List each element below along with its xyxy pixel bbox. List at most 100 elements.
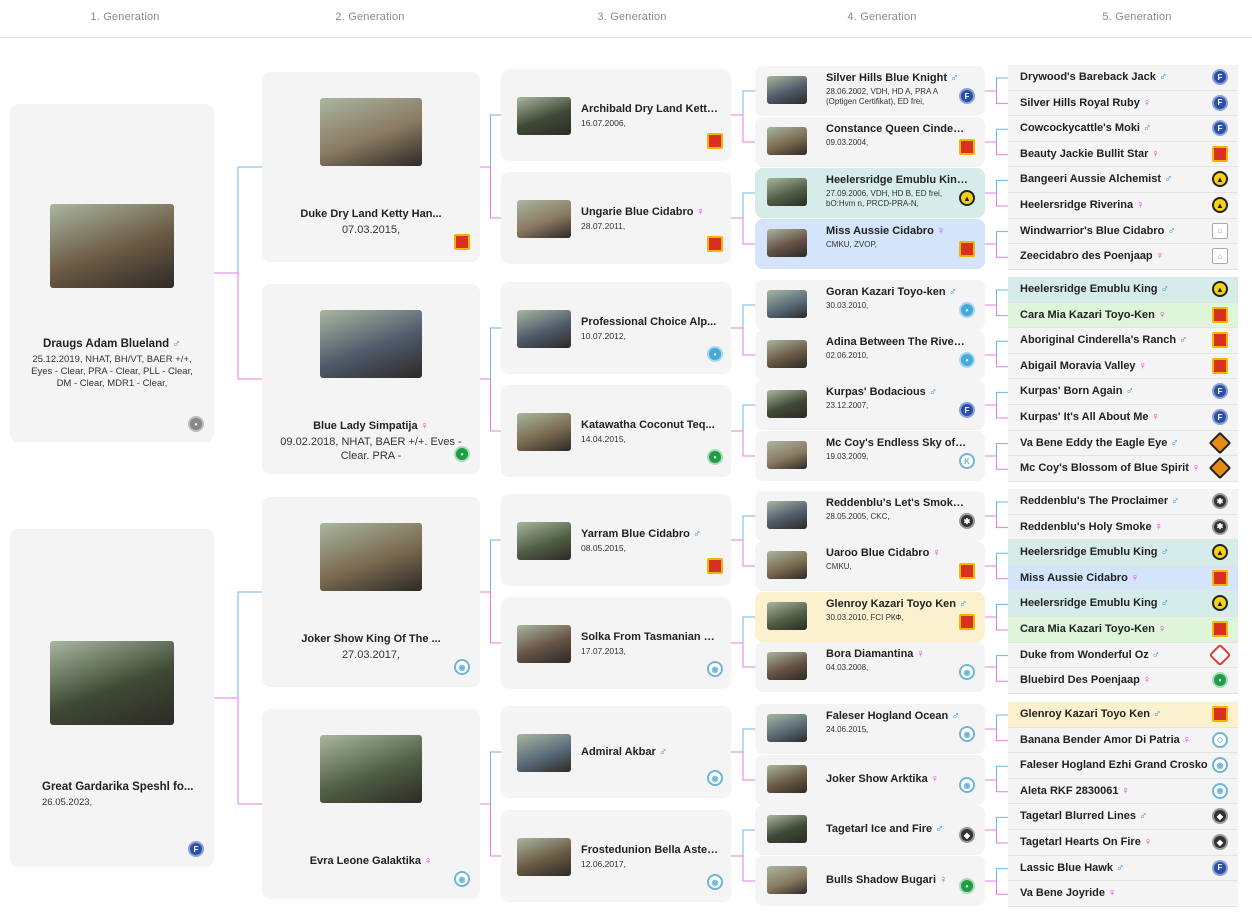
teal-club-icon[interactable]: ◇ [1212, 731, 1228, 748]
dog-photo[interactable] [320, 98, 422, 166]
dog-name-text[interactable]: Bora Diamantina [826, 648, 913, 660]
dog-name[interactable]: Tagetarl Blurred Lines ♂ [1020, 810, 1147, 822]
gen3-card[interactable]: Solka From Tasmanian S... 17.07.2013, ◉ [501, 597, 731, 689]
gen5-row[interactable]: Heelersridge Emublu King ♂ ▲ [1008, 591, 1238, 617]
vdh-icon[interactable] [707, 558, 723, 574]
anka-icon[interactable]: ▲ [1212, 595, 1228, 612]
gen4-card[interactable]: Reddenblu's Let's Smoke'E... 28.05.2005, … [755, 491, 985, 541]
vdh-icon[interactable] [1212, 706, 1228, 722]
dog-name-text[interactable]: Bluebird Des Poenjaap [1020, 674, 1140, 686]
dog-name-text[interactable]: Miss Aussie Cidabro [1020, 572, 1128, 584]
gen5-row[interactable]: Tagetarl Blurred Lines ♂ ◆ [1008, 804, 1238, 830]
dog-name-text[interactable]: Evra Leone Galaktika [310, 855, 421, 867]
fci-blue-icon[interactable]: F [1212, 69, 1228, 85]
dog-name[interactable]: Professional Choice Alp... [581, 316, 719, 328]
dog-name-text[interactable]: Solka From Tasmanian S... [581, 631, 719, 643]
dog-name-text[interactable]: Kurpas' Born Again [1020, 385, 1122, 397]
dog-name[interactable]: Windwarrior's Blue Cidabro ♂ [1020, 225, 1176, 237]
dog-name[interactable]: Lassic Blue Hawk ♂ [1020, 862, 1124, 874]
gen2-card[interactable]: Evra Leone Galaktika ♀ ◉ [262, 709, 480, 899]
dog-name-text[interactable]: Joker Show Arktika [826, 773, 928, 785]
dog-photo[interactable] [767, 714, 807, 742]
dog-photo[interactable] [767, 76, 807, 104]
gen5-row[interactable]: Heelersridge Riverina ♀ ▲ [1008, 193, 1238, 219]
grey-club-icon[interactable]: • [188, 416, 204, 432]
dog-name-text[interactable]: Ungarie Blue Cidabro [581, 206, 693, 218]
dog-name[interactable]: Duke from Wonderful Oz ♂ [1020, 649, 1160, 661]
vdh-icon[interactable] [454, 234, 470, 250]
house-icon[interactable]: ⌂ [1212, 222, 1228, 239]
gen5-row[interactable]: Cowcockycattle's Moki ♂ F [1008, 116, 1238, 142]
dog-photo[interactable] [517, 413, 571, 451]
dog-name-text[interactable]: Tagetarl Hearts On Fire [1020, 836, 1141, 848]
vdh-icon[interactable] [959, 139, 975, 155]
dog-name[interactable]: Bulls Shadow Bugari ♀ [826, 874, 968, 886]
gen5-row[interactable]: Kurpas' Born Again ♂ F [1008, 379, 1238, 405]
gen3-card[interactable]: Yarram Blue Cidabro ♂ 08.05.2015, [501, 494, 731, 586]
dog-photo[interactable] [767, 652, 807, 680]
dog-photo[interactable] [767, 866, 807, 894]
dog-name-text[interactable]: Miss Aussie Cidabro [826, 225, 934, 237]
dog-name[interactable]: Frostedunion Bella Aster... [581, 844, 719, 856]
rkf-icon[interactable]: ◉ [1212, 782, 1228, 799]
dog-name-text[interactable]: Beauty Jackie Bullit Star [1020, 148, 1148, 160]
dog-name-text[interactable]: Great Gardarika Speshl fo... [42, 781, 193, 793]
fci-blue-icon[interactable]: F [1212, 94, 1228, 111]
k-icon[interactable]: K [959, 453, 975, 469]
gen5-row[interactable]: Reddenblu's Holy Smoke ♀ ✱ [1008, 514, 1238, 541]
dog-name-text[interactable]: Banana Bender Amor Di Patria [1020, 734, 1180, 746]
dog-name-text[interactable]: Heelersridge Emublu King ... [826, 174, 968, 186]
dog-name[interactable]: Solka From Tasmanian S... [581, 631, 719, 643]
dog-name[interactable]: Glenroy Kazari Toyo Ken ♂ [826, 598, 968, 610]
gen5-row[interactable]: Aboriginal Cinderella's Ranch ♂ [1008, 328, 1238, 354]
gen5-row[interactable]: Silver Hills Royal Ruby ♀ F [1008, 90, 1238, 117]
anka-icon[interactable]: ▲ [1212, 171, 1228, 188]
dog-photo[interactable] [320, 310, 422, 378]
dog-name[interactable]: Beauty Jackie Bullit Star ♀ [1020, 148, 1160, 160]
dog-photo[interactable] [320, 523, 422, 591]
dog-name[interactable]: Katawatha Coconut Teq... [581, 419, 719, 431]
dog-name-text[interactable]: Reddenblu's Let's Smoke'E... [826, 497, 968, 509]
dog-name[interactable]: Tagetarl Hearts On Fire ♀ [1020, 836, 1152, 848]
dog-name-text[interactable]: Zeecidabro des Poenjaap [1020, 250, 1153, 262]
gen5-row[interactable]: Windwarrior's Blue Cidabro ♂ ⌂ [1008, 218, 1238, 245]
dog-name[interactable]: Joker Show Arktika ♀ [826, 773, 968, 785]
dog-name-text[interactable]: Faleser Hogland Ezhi Grand Crosko [1020, 759, 1208, 771]
dog-name-text[interactable]: Va Bene Joyride [1020, 887, 1105, 899]
gen4-card[interactable]: Tagetarl Ice and Fire ♂ ◆ [755, 805, 985, 855]
dog-name[interactable]: Va Bene Eddy the Eagle Eye ♂ [1020, 437, 1179, 449]
gen5-row[interactable]: Beauty Jackie Bullit Star ♀ [1008, 141, 1238, 168]
dog-name-text[interactable]: Reddenblu's The Proclaimer [1020, 495, 1168, 507]
dog-photo[interactable] [767, 501, 807, 529]
anka-icon[interactable]: ▲ [1212, 281, 1228, 297]
anka-icon[interactable]: ▲ [1212, 544, 1228, 561]
dog-name[interactable]: Reddenblu's Let's Smoke'E... [826, 497, 968, 509]
vdh-icon[interactable] [1212, 306, 1228, 323]
gen5-row[interactable]: Va Bene Joyride ♀ [1008, 881, 1238, 907]
dog-name[interactable]: Duke Dry Land Ketty Han... [274, 208, 468, 220]
dog-photo[interactable] [517, 97, 571, 135]
fci-blue-icon[interactable]: F [1212, 383, 1228, 400]
blue-club-icon[interactable]: • [959, 352, 975, 368]
dog-name-text[interactable]: Cara Mia Kazari Toyo-Ken [1020, 623, 1155, 635]
gen3-card[interactable]: Admiral Akbar ♂ ◉ [501, 706, 731, 798]
gen3-card[interactable]: Professional Choice Alp... 10.07.2012, • [501, 282, 731, 374]
gen5-row[interactable]: Heelersridge Emublu King ♂ ▲ [1008, 540, 1238, 566]
gen5-row[interactable]: Va Bene Eddy the Eagle Eye ♂ [1008, 430, 1238, 457]
gen4-card[interactable]: Bora Diamantina ♀ 04.03.2008, ◉ [755, 642, 985, 692]
dog-name-text[interactable]: Duke from Wonderful Oz [1020, 649, 1149, 661]
fci-blue-icon[interactable]: F [959, 402, 975, 418]
anka-icon[interactable]: ▲ [959, 190, 975, 206]
dog-name[interactable]: Glenroy Kazari Toyo Ken ♂ [1020, 708, 1161, 720]
dog-photo[interactable] [517, 838, 571, 876]
gen5-row[interactable]: Duke from Wonderful Oz ♂ [1008, 642, 1238, 669]
anka-icon[interactable]: ▲ [1212, 197, 1228, 213]
dog-name[interactable]: Heelersridge Emublu King ♂ [1020, 546, 1169, 558]
dog-name[interactable]: Archibald Dry Land Ketty... [581, 103, 719, 115]
dog-photo[interactable] [517, 734, 571, 772]
dog-photo[interactable] [767, 290, 807, 318]
fci-blue-icon[interactable]: F [1212, 120, 1228, 137]
dog-name-text[interactable]: Katawatha Coconut Teq... [581, 419, 715, 431]
gen5-row[interactable]: Bluebird Des Poenjaap ♀ • [1008, 668, 1238, 694]
dog-name-text[interactable]: Cara Mia Kazari Toyo-Ken [1020, 309, 1155, 321]
